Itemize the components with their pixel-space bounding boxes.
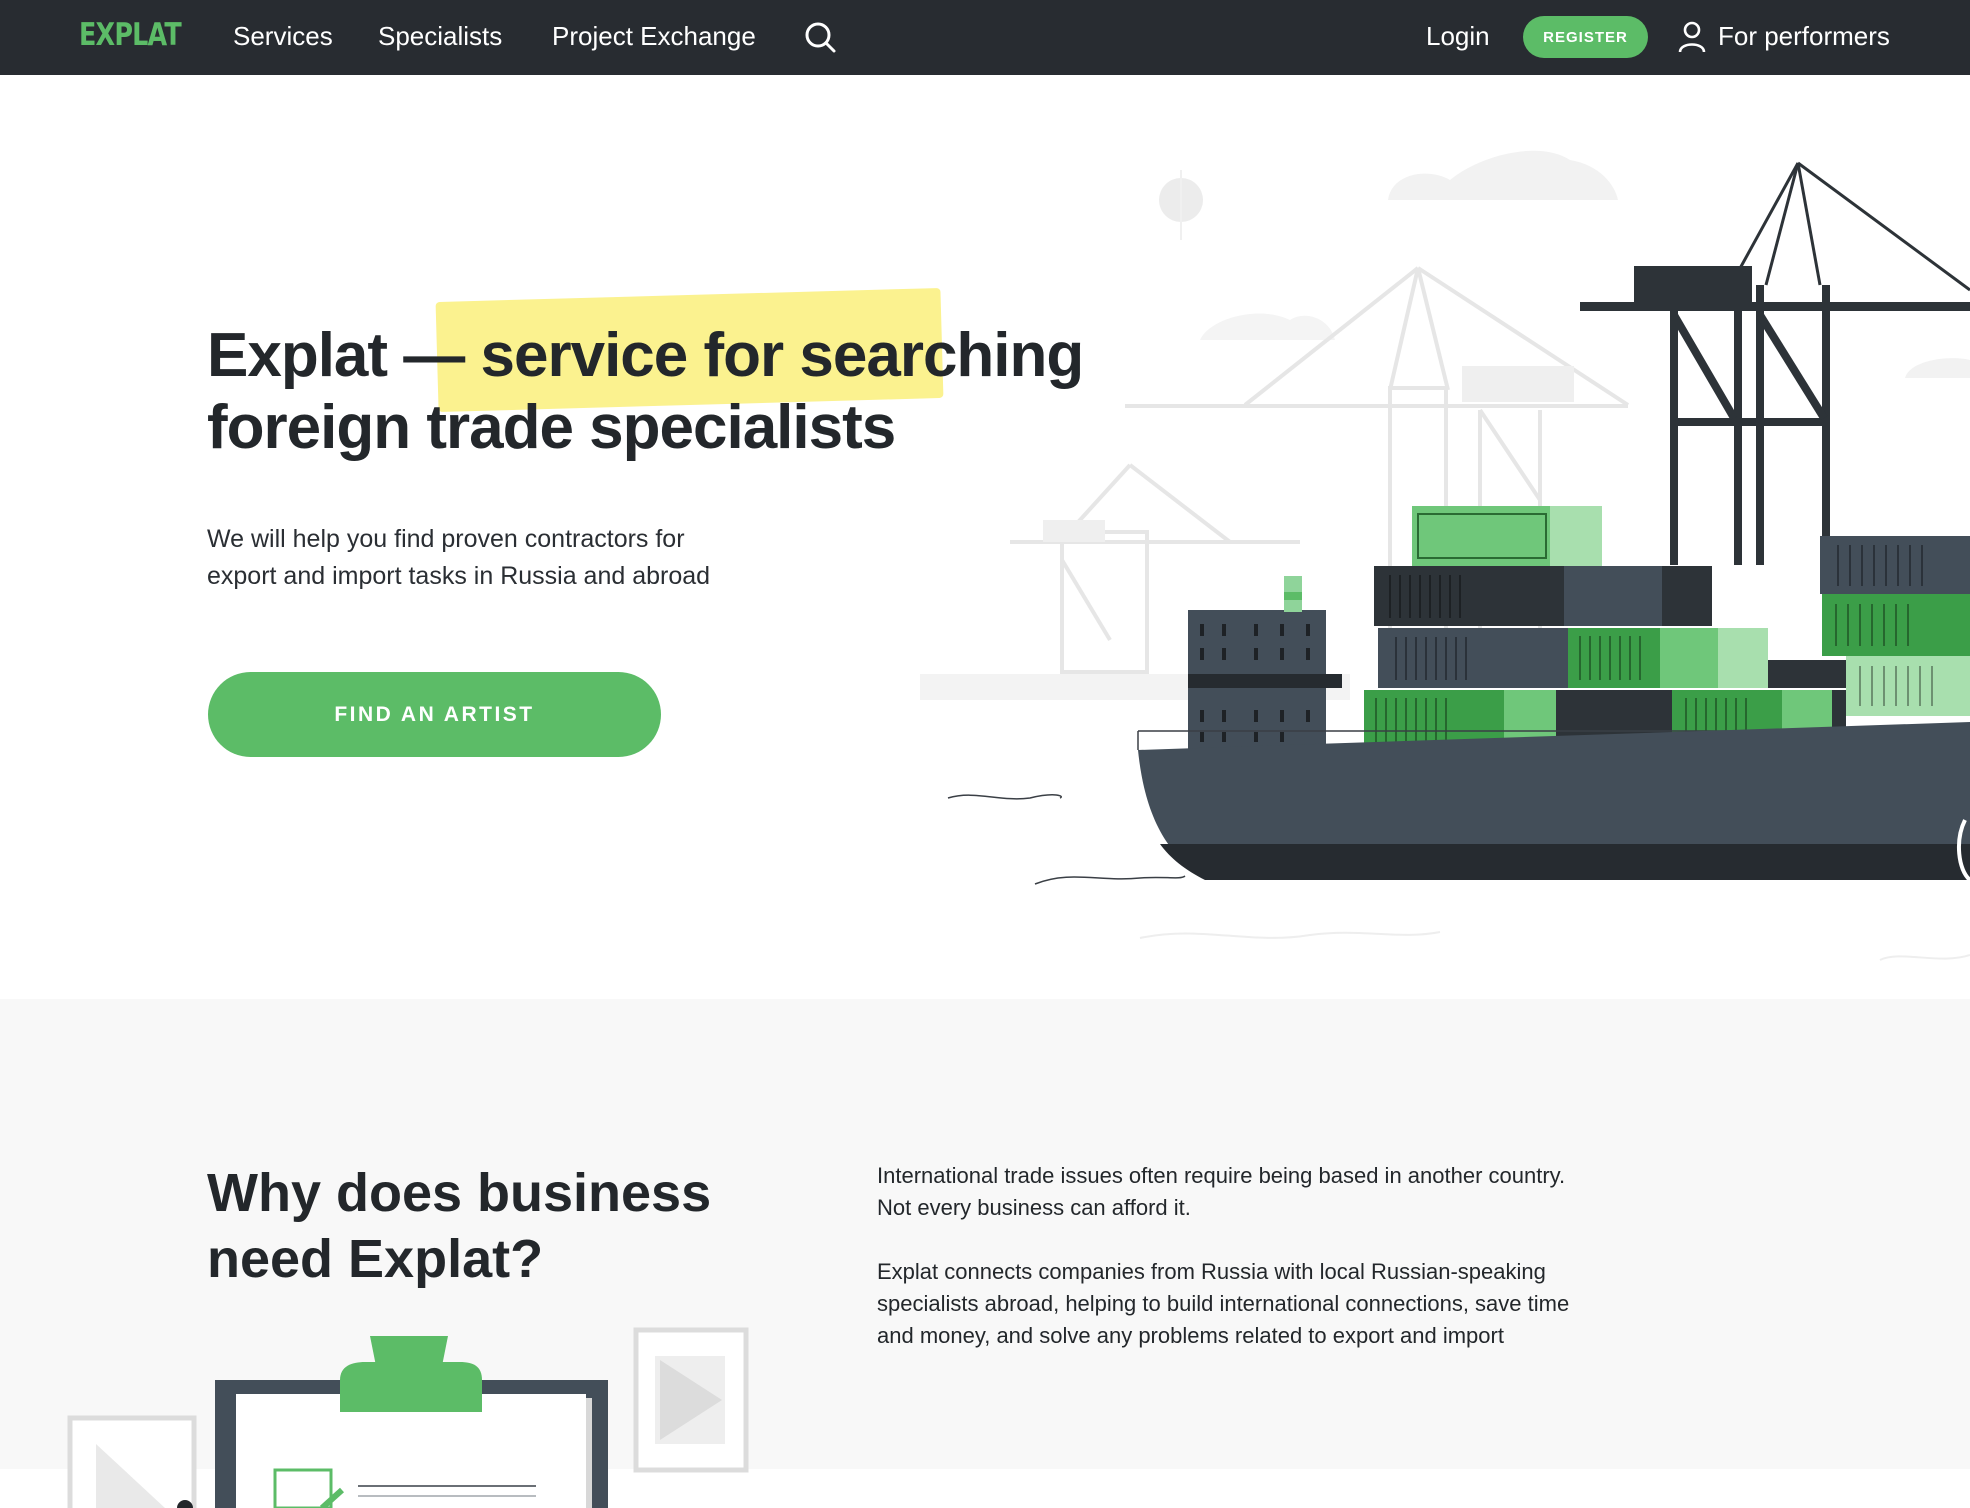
login-link[interactable]: Login (1426, 21, 1490, 52)
nav-link-specialists[interactable]: Specialists (378, 21, 502, 52)
hero-title-line1: Explat — service for searching (207, 321, 1084, 390)
why-p2-line1: Explat connects companies from Russia wi… (877, 1259, 1546, 1284)
find-artist-button[interactable]: FIND AN ARTIST (208, 672, 661, 757)
why-p1-line1: International trade issues often require… (877, 1163, 1566, 1188)
why-p2-line3: and money, and solve any problems relate… (877, 1323, 1504, 1348)
hero-title: Explat — service for searching foreign t… (207, 320, 1084, 464)
top-navbar: EXPLAT Services Specialists Project Exch… (0, 0, 1970, 75)
clipboard-illustration (67, 1327, 749, 1508)
why-paragraph-2: Explat connects companies from Russia wi… (877, 1256, 1657, 1352)
hero-title-line2: foreign trade specialists (207, 393, 896, 462)
why-p1-line2: Not every business can afford it. (877, 1195, 1191, 1220)
user-icon[interactable] (1678, 21, 1706, 53)
explat-logo[interactable]: EXPLAT (79, 17, 182, 53)
hero-subtitle-line1: We will help you find proven contractors… (207, 525, 685, 553)
cargo-ship-illustration (920, 150, 1970, 961)
for-performers-link[interactable]: For performers (1718, 21, 1890, 52)
nav-link-project-exchange[interactable]: Project Exchange (552, 21, 756, 52)
why-p2-line2: specialists abroad, helping to build int… (877, 1291, 1570, 1316)
why-paragraph-1: International trade issues often require… (877, 1160, 1657, 1224)
register-button[interactable]: REGISTER (1523, 16, 1648, 58)
nav-link-services[interactable]: Services (233, 21, 333, 52)
hero-subtitle-line2: export and import tasks in Russia and ab… (207, 562, 711, 590)
hero-subtitle: We will help you find proven contractors… (207, 521, 767, 595)
why-title: Why does business need Explat? (207, 1163, 712, 1289)
search-icon[interactable] (803, 20, 839, 56)
